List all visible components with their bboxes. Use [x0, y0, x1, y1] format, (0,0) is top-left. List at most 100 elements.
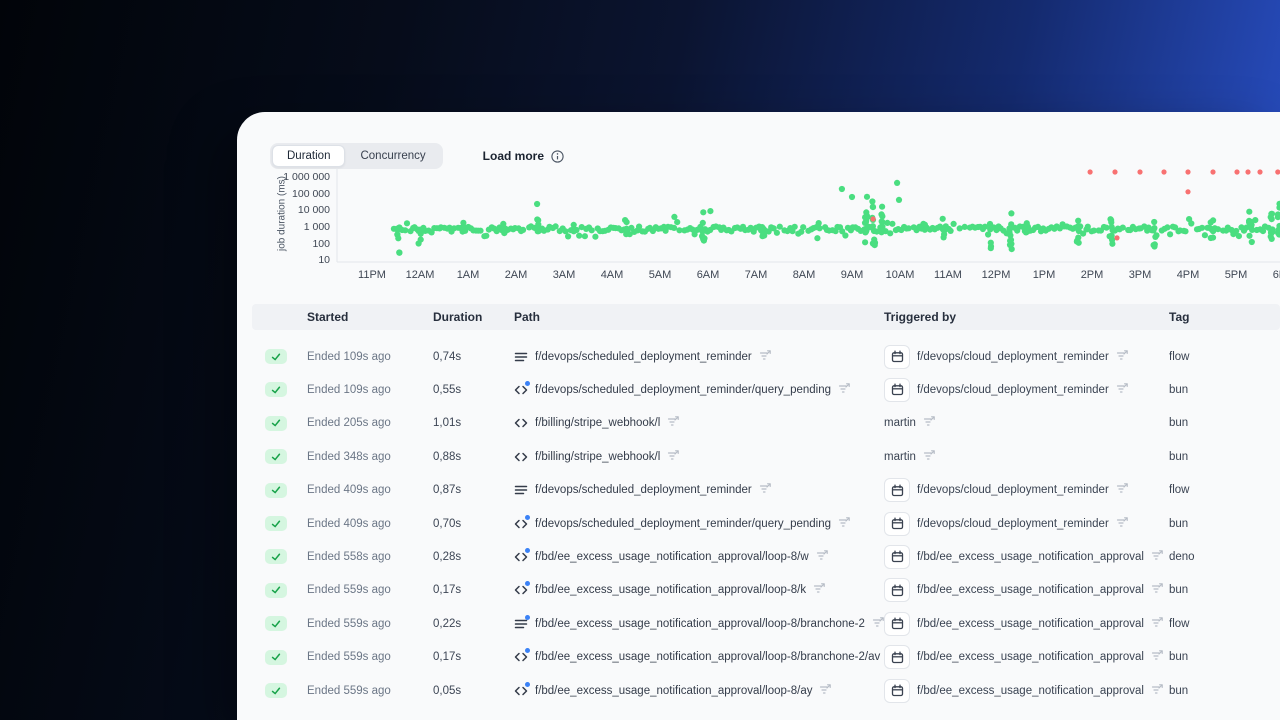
table-row[interactable]: Ended 559s ago 0,22s f/bd/ee_excess_usage_…: [252, 607, 1280, 640]
triggered-by-value[interactable]: f/bd/ee_excess_usage_notification_approv…: [917, 685, 1144, 697]
job-dot[interactable]: [848, 193, 856, 201]
table-row[interactable]: Ended 559s ago 0,17s f/bd/ee_excess_usage_…: [252, 641, 1280, 674]
path-value[interactable]: f/billing/stripe_webhook/l: [535, 417, 660, 429]
job-dot[interactable]: [565, 233, 572, 240]
triggered-by-value[interactable]: f/devops/cloud_deployment_reminder: [917, 484, 1109, 496]
schedule-trigger-chip[interactable]: [884, 377, 910, 402]
job-dot[interactable]: [773, 229, 781, 236]
job-dot[interactable]: [1201, 232, 1208, 239]
job-dot[interactable]: [1268, 230, 1275, 237]
job-dot[interactable]: [871, 240, 878, 247]
filter-by-value-icon[interactable]: [667, 448, 680, 461]
job-dot[interactable]: [950, 220, 957, 227]
job-dot[interactable]: [1150, 227, 1157, 234]
job-dot-failure[interactable]: [1161, 169, 1167, 175]
filter-by-value-icon[interactable]: [816, 548, 829, 561]
filter-by-value-icon[interactable]: [872, 615, 885, 628]
job-dot[interactable]: [1119, 224, 1126, 231]
job-dot-failure[interactable]: [1185, 189, 1191, 195]
filter-by-value-icon[interactable]: [1151, 581, 1164, 594]
job-dot[interactable]: [1075, 217, 1082, 224]
job-dot[interactable]: [1008, 210, 1015, 217]
filter-by-value-icon[interactable]: [819, 682, 832, 695]
job-dot[interactable]: [499, 226, 506, 233]
job-dot[interactable]: [1182, 228, 1189, 235]
job-dot-failure[interactable]: [1275, 169, 1280, 175]
job-dot[interactable]: [552, 223, 559, 230]
filter-by-value-icon[interactable]: [813, 581, 826, 594]
job-dot[interactable]: [534, 200, 541, 208]
job-dot-failure[interactable]: [1137, 169, 1143, 175]
filter-by-value-icon[interactable]: [1116, 481, 1129, 494]
job-dot[interactable]: [581, 233, 588, 240]
job-dot[interactable]: [986, 220, 994, 228]
job-dot[interactable]: [879, 203, 886, 210]
job-dot[interactable]: [1199, 224, 1206, 231]
schedule-trigger-chip[interactable]: [884, 645, 910, 670]
job-dot[interactable]: [1075, 234, 1082, 241]
schedule-trigger-chip[interactable]: [884, 544, 910, 569]
job-dot[interactable]: [403, 220, 411, 227]
job-dot[interactable]: [1235, 233, 1242, 240]
job-dot[interactable]: [576, 232, 583, 239]
job-dot[interactable]: [1246, 232, 1253, 239]
filter-by-value-icon[interactable]: [759, 481, 772, 494]
job-dot[interactable]: [460, 219, 467, 226]
job-dot-failure[interactable]: [870, 216, 876, 222]
job-dot[interactable]: [800, 224, 807, 231]
triggered-by-value[interactable]: f/bd/ee_excess_usage_notification_approv…: [917, 618, 1144, 630]
job-dot[interactable]: [842, 232, 849, 239]
job-dot-failure[interactable]: [1087, 169, 1093, 175]
job-dot[interactable]: [623, 219, 630, 226]
filter-by-value-icon[interactable]: [759, 348, 772, 361]
table-row[interactable]: Ended 109s ago 0,74s f/devops/scheduled_de…: [252, 340, 1280, 373]
job-dot[interactable]: [1108, 219, 1115, 226]
job-dot[interactable]: [1152, 233, 1159, 240]
filter-by-value-icon[interactable]: [1116, 348, 1129, 361]
job-dot[interactable]: [588, 227, 595, 234]
table-row[interactable]: Ended 348s ago 0,88s f/billing/stripe_webh…: [252, 440, 1280, 473]
job-dot-failure[interactable]: [1185, 169, 1191, 175]
job-dot[interactable]: [887, 230, 894, 237]
job-dot[interactable]: [862, 229, 869, 236]
job-dot[interactable]: [402, 227, 409, 234]
job-dot[interactable]: [415, 240, 422, 247]
job-dot[interactable]: [415, 227, 422, 234]
job-dot[interactable]: [814, 223, 821, 230]
path-value[interactable]: f/bd/ee_excess_usage_notification_approv…: [535, 584, 806, 596]
filter-by-value-icon[interactable]: [838, 381, 851, 394]
job-dot[interactable]: [483, 232, 490, 239]
job-dot[interactable]: [1248, 238, 1255, 246]
job-dot[interactable]: [671, 224, 678, 231]
table-row[interactable]: Ended 205s ago 1,01s f/billing/stripe_webh…: [252, 407, 1280, 440]
job-dot[interactable]: [947, 227, 954, 234]
table-row[interactable]: Ended 559s ago 0,05s f/bd/ee_excess_usage_…: [252, 674, 1280, 707]
table-row[interactable]: Ended 559s ago 0,17s f/bd/ee_excess_usage_…: [252, 574, 1280, 607]
schedule-trigger-chip[interactable]: [884, 678, 910, 703]
job-dot[interactable]: [760, 225, 767, 232]
job-dot[interactable]: [1008, 221, 1015, 228]
filter-by-value-icon[interactable]: [1151, 682, 1164, 695]
job-dot[interactable]: [791, 223, 798, 230]
job-dot[interactable]: [570, 228, 577, 235]
job-dot[interactable]: [987, 239, 994, 246]
job-dot[interactable]: [869, 203, 876, 210]
job-dot[interactable]: [396, 249, 403, 256]
job-dot[interactable]: [699, 233, 706, 240]
job-dot-failure[interactable]: [1257, 169, 1263, 175]
path-value[interactable]: f/devops/scheduled_deployment_reminder: [535, 484, 752, 496]
triggered-by-value[interactable]: f/devops/cloud_deployment_reminder: [917, 518, 1109, 530]
job-dot-failure[interactable]: [1210, 169, 1216, 175]
job-dot[interactable]: [622, 227, 629, 234]
job-dot[interactable]: [869, 223, 877, 230]
filter-by-value-icon[interactable]: [1151, 548, 1164, 561]
job-dot[interactable]: [1109, 240, 1116, 247]
job-dot[interactable]: [1008, 240, 1015, 247]
table-row[interactable]: Ended 409s ago 0,70s f/devops/scheduled_de…: [252, 507, 1280, 540]
job-dot[interactable]: [863, 214, 870, 221]
job-dot[interactable]: [939, 226, 947, 233]
path-value[interactable]: f/devops/scheduled_deployment_reminder: [535, 351, 752, 363]
filter-by-value-icon[interactable]: [838, 515, 851, 528]
job-dot[interactable]: [699, 219, 706, 226]
job-dot-failure[interactable]: [1234, 169, 1240, 175]
